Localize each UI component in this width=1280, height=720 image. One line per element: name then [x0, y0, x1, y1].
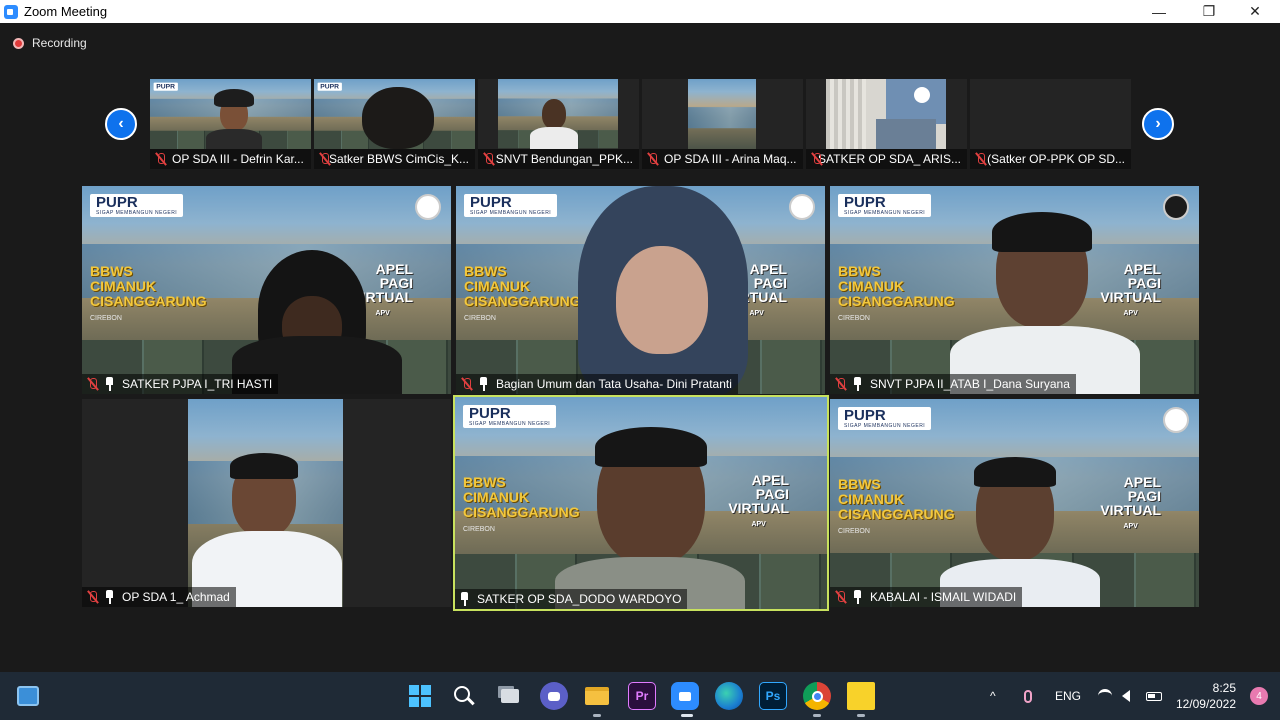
mic-muted-icon — [86, 377, 100, 391]
pin-icon — [852, 377, 864, 391]
photoshop-icon[interactable]: Ps — [759, 682, 787, 710]
apel-banner: APEL PAGI VIRTUAL APV — [1100, 261, 1161, 317]
pin-icon — [478, 377, 490, 391]
mic-muted-icon — [86, 590, 100, 604]
microphone-icon[interactable] — [1024, 672, 1032, 720]
participant-thumbnail[interactable]: PUPR Satker BBWS CimCis_K... — [314, 79, 475, 169]
close-button[interactable]: ✕ — [1232, 0, 1278, 23]
participant-name: SATKER OP SDA_ ARIS... — [818, 152, 961, 166]
edge-icon[interactable] — [715, 682, 743, 710]
bbws-badge-icon — [789, 194, 815, 220]
meeting-area: Recording ‹ › PUPR OP SDA III - Defrin K… — [0, 23, 1280, 672]
participant-name: Bagian Umum dan Tata Usaha- Dini Pratant… — [496, 377, 732, 391]
mic-muted-icon — [460, 377, 474, 391]
pin-icon — [104, 590, 116, 604]
participant-name: OP SDA III - Defrin Kar... — [172, 152, 304, 166]
bbws-banner: BBWS CIMANUK CISANGGARUNG CIREBON — [463, 474, 580, 534]
premiere-icon[interactable]: Pr — [628, 682, 656, 710]
file-explorer-icon[interactable] — [583, 682, 611, 710]
search-icon[interactable] — [450, 682, 478, 710]
pupr-logo: PUPR SIGAP MEMBANGUN NEGERI — [838, 407, 932, 430]
participant-name: SATKER OP SDA_DODO WARDOYO — [477, 592, 682, 606]
next-page-button[interactable]: › — [1142, 108, 1174, 140]
apel-banner: APEL PAGI VIRTUAL APV — [1100, 474, 1161, 530]
mic-muted-icon — [834, 590, 848, 604]
mic-muted-icon — [810, 152, 822, 166]
clock[interactable]: 8:25 12/09/2022 — [1176, 680, 1236, 712]
battery-icon[interactable] — [1146, 672, 1162, 720]
clock-date: 12/09/2022 — [1175, 697, 1236, 711]
mic-muted-icon — [318, 152, 329, 166]
mic-muted-icon — [834, 377, 848, 391]
mic-muted-icon — [154, 152, 168, 166]
mic-muted-icon — [482, 152, 493, 166]
participant-thumbnail[interactable]: PUPR OP SDA III - Defrin Kar... — [150, 79, 311, 169]
language-indicator[interactable]: ENG — [1055, 672, 1081, 720]
video-tile[interactable]: PUPR SIGAP MEMBANGUN NEGERI BBWS CIMANUK CI… — [830, 399, 1199, 607]
bbws-banner: BBWS CIMANUK CISANGGARUNG CIREBON — [838, 476, 955, 536]
bbws-banner: BBWS CIMANUK CISANGGARUNG CIREBON — [90, 263, 207, 323]
pin-icon — [459, 592, 471, 606]
thumbnail-strip: PUPR OP SDA III - Defrin Kar... PUPR Sat… — [150, 79, 1131, 169]
mic-muted-icon — [974, 152, 986, 166]
recording-label: Recording — [32, 36, 87, 50]
task-view-icon[interactable] — [496, 682, 524, 710]
apel-banner: APEL PAGI VIRTUAL APV — [728, 472, 789, 528]
bbws-banner: BBWS CIMANUK CISANGGARUNG CIREBON — [464, 263, 581, 323]
mic-muted-icon — [646, 152, 660, 166]
participant-name: Satker BBWS CimCis_K... — [328, 152, 469, 166]
maximize-button[interactable]: ❐ — [1186, 0, 1232, 23]
video-tile[interactable]: PUPR SIGAP MEMBANGUN NEGERI BBWS CIMANUK CI… — [456, 186, 825, 394]
recording-indicator[interactable]: Recording — [13, 36, 87, 50]
widgets-icon[interactable] — [14, 682, 42, 710]
zoom-icon[interactable] — [671, 682, 699, 710]
clock-time: 8:25 — [1212, 681, 1236, 695]
pupr-logo: PUPR SIGAP MEMBANGUN NEGERI — [838, 194, 932, 217]
pupr-logo: PUPR SIGAP MEMBANGUN NEGERI — [463, 405, 557, 428]
tray-overflow-caret[interactable]: ^ — [990, 672, 996, 720]
wifi-icon[interactable] — [1098, 672, 1112, 720]
windows-taskbar: Pr Ps ^ ENG 8:25 12/09/2022 4 — [0, 672, 1280, 720]
pupr-logo: PUPR SIGAP MEMBANGUN NEGERI — [90, 194, 184, 217]
participant-name: OP SDA III - Arina Maq... — [664, 152, 797, 166]
bbws-badge-icon — [1163, 407, 1189, 433]
pin-icon — [104, 377, 116, 391]
title-bar: Zoom Meeting — ❐ ✕ — [0, 0, 1280, 23]
record-icon — [13, 37, 24, 49]
participant-thumbnail[interactable]: SATKER OP SDA_ ARIS... — [806, 79, 967, 169]
pupr-logo: PUPR SIGAP MEMBANGUN NEGERI — [464, 194, 558, 217]
participant-thumbnail[interactable]: (Satker OP-PPK OP SD... — [970, 79, 1131, 169]
teams-chat-icon[interactable] — [540, 682, 568, 710]
participant-name: OP SDA 1_ Achmad — [122, 590, 230, 604]
volume-icon[interactable] — [1122, 672, 1130, 720]
sticky-notes-icon[interactable] — [847, 682, 875, 710]
zoom-app-icon — [4, 4, 18, 19]
previous-page-button[interactable]: ‹ — [105, 108, 137, 140]
bbws-badge-icon — [415, 194, 441, 220]
video-tile[interactable]: OP SDA 1_ Achmad — [82, 399, 451, 607]
pupr-logo: PUPR — [320, 82, 340, 91]
video-tile[interactable]: PUPR SIGAP MEMBANGUN NEGERI BBWS CIMANUK CI… — [82, 186, 451, 394]
video-tile[interactable]: PUPR SIGAP MEMBANGUN NEGERI BBWS CIMANUK CI… — [830, 186, 1199, 394]
window-title: Zoom Meeting — [24, 4, 108, 19]
minimize-button[interactable]: — — [1136, 0, 1182, 23]
participant-name: SATKER PJPA I_TRI HASTI — [122, 377, 273, 391]
bbws-banner: BBWS CIMANUK CISANGGARUNG CIREBON — [838, 263, 955, 323]
participant-thumbnail[interactable]: OP SDA III - Arina Maq... — [642, 79, 803, 169]
chrome-icon[interactable] — [803, 682, 831, 710]
start-icon[interactable] — [406, 682, 434, 710]
participant-name: KABALAI - ISMAIL WIDADI — [870, 590, 1017, 604]
participant-name: (Satker OP-PPK OP SD... — [987, 152, 1125, 166]
participant-name: SNVT Bendungan_PPK... — [495, 152, 633, 166]
bbws-badge-icon — [1163, 194, 1189, 220]
participant-thumbnail[interactable]: SNVT Bendungan_PPK... — [478, 79, 639, 169]
pin-icon — [852, 590, 864, 604]
active-speaker-tile[interactable]: PUPR SIGAP MEMBANGUN NEGERI BBWS CIMANUK CI… — [453, 395, 829, 611]
pupr-logo: PUPR — [156, 82, 176, 91]
notification-badge[interactable]: 4 — [1250, 687, 1268, 705]
participant-name: SNVT PJPA II_ATAB I_Dana Suryana — [870, 377, 1070, 391]
